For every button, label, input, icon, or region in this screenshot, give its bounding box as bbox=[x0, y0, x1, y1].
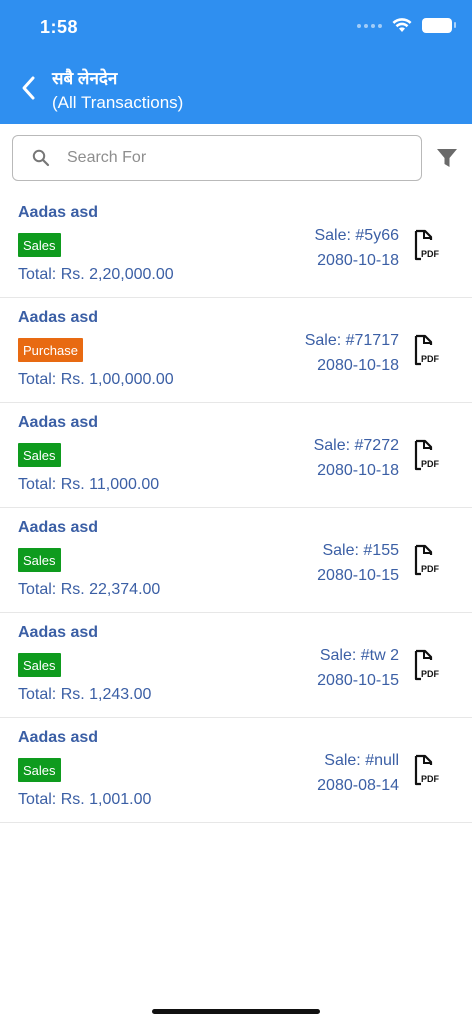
svg-text:PDF: PDF bbox=[421, 669, 440, 679]
pdf-button[interactable]: PDF bbox=[413, 229, 441, 261]
pdf-file-icon: PDF bbox=[414, 439, 440, 471]
transaction-total: Total: Rs. 22,374.00 bbox=[18, 581, 161, 598]
svg-text:PDF: PDF bbox=[421, 354, 440, 364]
transaction-total: Total: Rs. 1,00,000.00 bbox=[18, 371, 174, 388]
transaction-date: 2080-08-14 bbox=[317, 777, 399, 794]
search-input[interactable] bbox=[67, 149, 387, 167]
pdf-file-icon: PDF bbox=[414, 544, 440, 576]
party-name: Aadas asd bbox=[18, 204, 99, 221]
svg-text:PDF: PDF bbox=[421, 564, 440, 574]
transaction-row[interactable]: Aadas asd Sales Total: Rs. 1,001.00 Sale… bbox=[0, 718, 472, 823]
transaction-row[interactable]: Aadas asd Sales Total: Rs. 1,243.00 Sale… bbox=[0, 613, 472, 718]
transaction-ref: Sale: #71717 bbox=[304, 332, 399, 349]
pdf-file-icon: PDF bbox=[414, 649, 440, 681]
app-bar: 1:58 सबै लेनदेन (All Transactions) bbox=[0, 0, 472, 124]
transaction-ref-block: Sale: #7272 2080-10-18 bbox=[314, 433, 399, 483]
transaction-total: Total: Rs. 11,000.00 bbox=[18, 476, 160, 493]
svg-text:PDF: PDF bbox=[421, 459, 440, 469]
transaction-ref-block: Sale: #5y66 2080-10-18 bbox=[314, 223, 399, 273]
page-title-nepali: सबै लेनदेन bbox=[52, 69, 118, 88]
page-title: सबै लेनदेन (All Transactions) bbox=[52, 68, 183, 115]
transaction-type-badge: Purchase bbox=[18, 338, 83, 362]
transaction-ref-block: Sale: #null 2080-08-14 bbox=[317, 748, 399, 798]
back-button[interactable] bbox=[14, 72, 42, 104]
transaction-ref-block: Sale: #155 2080-10-15 bbox=[317, 538, 399, 588]
pdf-button[interactable]: PDF bbox=[413, 649, 441, 681]
transaction-ref: Sale: #tw 2 bbox=[319, 647, 399, 664]
status-time: 1:58 bbox=[40, 17, 79, 37]
transaction-type-badge: Sales bbox=[18, 548, 61, 572]
transaction-type-badge: Sales bbox=[18, 653, 61, 677]
pdf-button[interactable]: PDF bbox=[413, 754, 441, 786]
transaction-list: Aadas asd Sales Total: Rs. 2,20,000.00 S… bbox=[0, 193, 472, 823]
transaction-date: 2080-10-18 bbox=[317, 357, 399, 374]
status-icons bbox=[357, 18, 456, 33]
transaction-date: 2080-10-15 bbox=[317, 672, 399, 689]
pdf-button[interactable]: PDF bbox=[413, 439, 441, 471]
signal-icon bbox=[357, 23, 382, 28]
transaction-ref: Sale: #155 bbox=[322, 542, 399, 559]
transaction-total: Total: Rs. 2,20,000.00 bbox=[18, 266, 174, 283]
transaction-type-badge: Sales bbox=[18, 443, 61, 467]
transaction-type-badge: Sales bbox=[18, 233, 61, 257]
filter-icon bbox=[437, 149, 457, 167]
party-name: Aadas asd bbox=[18, 624, 99, 641]
pdf-file-icon: PDF bbox=[414, 334, 440, 366]
transaction-total: Total: Rs. 1,001.00 bbox=[18, 791, 152, 808]
transaction-date: 2080-10-18 bbox=[317, 462, 399, 479]
transaction-row[interactable]: Aadas asd Purchase Total: Rs. 1,00,000.0… bbox=[0, 298, 472, 403]
party-name: Aadas asd bbox=[18, 309, 99, 326]
pdf-file-icon: PDF bbox=[414, 229, 440, 261]
transaction-date: 2080-10-15 bbox=[317, 567, 399, 584]
search-icon bbox=[31, 148, 51, 168]
transaction-ref: Sale: #7272 bbox=[313, 437, 399, 454]
transaction-date: 2080-10-18 bbox=[317, 252, 399, 269]
search-bar[interactable] bbox=[12, 135, 422, 181]
svg-text:PDF: PDF bbox=[421, 774, 440, 784]
party-name: Aadas asd bbox=[18, 414, 99, 431]
party-name: Aadas asd bbox=[18, 729, 99, 746]
transaction-row[interactable]: Aadas asd Sales Total: Rs. 2,20,000.00 S… bbox=[0, 193, 472, 298]
pdf-button[interactable]: PDF bbox=[413, 544, 441, 576]
pdf-file-icon: PDF bbox=[414, 754, 440, 786]
transaction-ref-block: Sale: #71717 2080-10-18 bbox=[305, 328, 399, 378]
pdf-button[interactable]: PDF bbox=[413, 334, 441, 366]
party-name: Aadas asd bbox=[18, 519, 99, 536]
transaction-row[interactable]: Aadas asd Sales Total: Rs. 11,000.00 Sal… bbox=[0, 403, 472, 508]
home-indicator[interactable] bbox=[152, 1009, 320, 1014]
battery-icon bbox=[422, 18, 456, 33]
transaction-type-badge: Sales bbox=[18, 758, 61, 782]
transaction-ref-block: Sale: #tw 2 2080-10-15 bbox=[317, 643, 399, 693]
page-title-english: (All Transactions) bbox=[52, 93, 184, 112]
svg-text:PDF: PDF bbox=[421, 249, 440, 259]
chevron-left-icon bbox=[22, 76, 35, 100]
filter-button[interactable] bbox=[436, 147, 458, 169]
wifi-icon bbox=[392, 18, 412, 32]
transaction-row[interactable]: Aadas asd Sales Total: Rs. 22,374.00 Sal… bbox=[0, 508, 472, 613]
transaction-ref: Sale: #null bbox=[324, 752, 399, 769]
transaction-ref: Sale: #5y66 bbox=[314, 227, 399, 244]
transaction-total: Total: Rs. 1,243.00 bbox=[18, 686, 152, 703]
